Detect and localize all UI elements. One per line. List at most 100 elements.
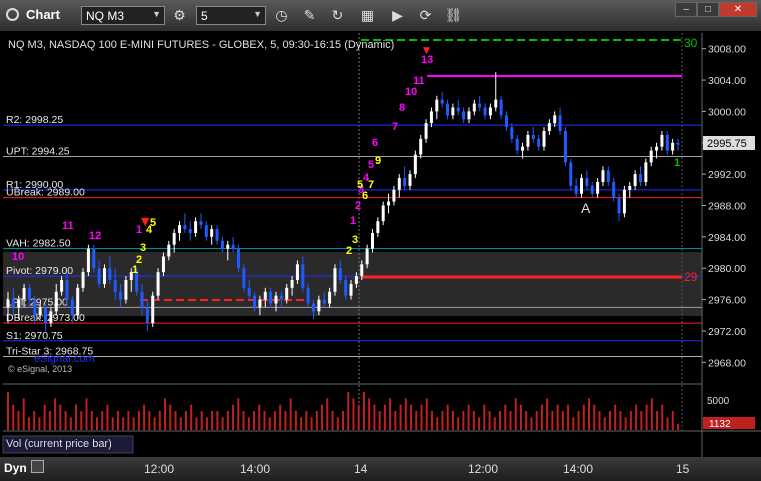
price-level-label: R2: 2998.25 — [6, 114, 63, 126]
candle-body — [499, 99, 503, 116]
candle-body — [665, 134, 669, 151]
candle-body — [537, 138, 541, 147]
candle-body — [488, 107, 492, 116]
candle-body — [542, 131, 546, 147]
candle-body — [467, 111, 471, 120]
candle-body — [563, 131, 567, 163]
count-marker: 11 — [62, 220, 74, 232]
candle-body — [424, 123, 428, 139]
candle-body — [671, 142, 675, 151]
candle-body — [349, 283, 353, 296]
candle-body — [660, 134, 664, 147]
count-marker: 9 — [375, 155, 381, 167]
candle-body — [494, 99, 498, 108]
candle-body — [553, 115, 557, 124]
candle-body — [322, 299, 326, 304]
count-marker: 1 — [674, 157, 680, 169]
chart-title: NQ M3, NASDAQ 100 E-MINI FUTURES - GLOBE… — [8, 39, 394, 51]
price-axis-label: 2992.00 — [708, 169, 746, 181]
count-marker: 3 — [352, 234, 358, 246]
candle-body — [44, 307, 48, 324]
candle-body — [580, 178, 584, 194]
count-marker: 6 — [372, 137, 378, 149]
candle-body — [301, 264, 305, 288]
candle-body — [49, 311, 53, 324]
candle-body — [54, 291, 58, 312]
candle-body — [247, 287, 251, 296]
price-axis-label: 2980.00 — [708, 263, 746, 275]
count-marker: 8 — [399, 102, 405, 114]
candle-body — [408, 174, 412, 186]
chart-canvas[interactable]: R2: 2998.25UPT: 2994.25R1: 2990.00UBreak… — [0, 0, 761, 457]
count-marker: 7 — [368, 179, 374, 191]
candle-body — [676, 142, 680, 145]
candle-body — [242, 268, 246, 288]
price-axis-label: 2988.00 — [708, 201, 746, 213]
current-price: 2995.75 — [707, 138, 747, 150]
candle-body — [462, 111, 466, 120]
candle-body — [612, 181, 616, 198]
candle-body — [151, 295, 155, 324]
candle-body — [606, 170, 610, 182]
candle-body — [617, 197, 621, 214]
candle-body — [295, 264, 299, 280]
price-axis-label: 2972.00 — [708, 326, 746, 338]
candle-body — [515, 138, 519, 151]
candle-body — [17, 299, 21, 308]
candle-body — [655, 146, 659, 151]
price-level-label: VAH: 2982.50 — [6, 238, 71, 250]
candle-body — [531, 134, 535, 139]
candle-body — [269, 291, 273, 304]
candle-body — [188, 229, 192, 233]
candle-body — [263, 291, 267, 300]
candle-body — [397, 178, 401, 190]
candle-body — [521, 146, 525, 151]
expand-button[interactable] — [31, 460, 44, 473]
count-marker: 1 — [132, 264, 138, 276]
count-marker: 12 — [89, 230, 101, 242]
candle-body — [472, 103, 476, 112]
time-label: 12:00 — [468, 462, 499, 476]
candle-body — [236, 248, 240, 269]
candle-body — [403, 178, 407, 186]
candle-body — [446, 103, 450, 116]
candle-body — [649, 150, 653, 163]
candle-body — [333, 268, 337, 292]
bottom-bar: Dyn 12:00 14:00 14 12:00 14:00 15 — [0, 457, 761, 481]
candle-body — [312, 303, 316, 312]
time-label: 14:00 — [563, 462, 594, 476]
candle-body — [622, 189, 626, 214]
candle-body — [628, 185, 632, 190]
candle-body — [510, 127, 514, 139]
candle-body — [317, 299, 321, 312]
candle-body — [451, 107, 455, 116]
candle-body — [633, 174, 637, 186]
candle-body — [638, 174, 642, 182]
price-axis-label: 3004.00 — [708, 75, 746, 87]
candle-body — [354, 276, 358, 284]
price-axis-label: 2968.00 — [708, 357, 746, 369]
candle-body — [124, 279, 128, 300]
candle-body — [483, 107, 487, 116]
candle-body — [258, 299, 262, 308]
time-label: 12:00 — [144, 462, 175, 476]
price-level-label: Pivot: 2979.00 — [6, 265, 73, 277]
candle-body — [27, 287, 31, 300]
price-axis-label: 3000.00 — [708, 106, 746, 118]
time-label: 15 — [676, 462, 690, 476]
candle-body — [290, 279, 294, 288]
watermark: eSignal.com — [34, 353, 95, 365]
candle-body — [140, 291, 144, 308]
right-label-top: 30 — [684, 36, 698, 50]
candle-body — [306, 287, 310, 304]
candle-body — [279, 295, 283, 300]
candle-body — [376, 221, 380, 233]
candle-body — [365, 248, 369, 265]
candle-body — [547, 123, 551, 132]
price-level-label: S1: 2970.75 — [6, 330, 63, 342]
candle-body — [231, 244, 235, 249]
volume-panel-label: Vol (current price bar) — [6, 438, 112, 450]
candle-body — [590, 185, 594, 194]
candle-body — [596, 181, 600, 194]
candle-body — [419, 138, 423, 155]
